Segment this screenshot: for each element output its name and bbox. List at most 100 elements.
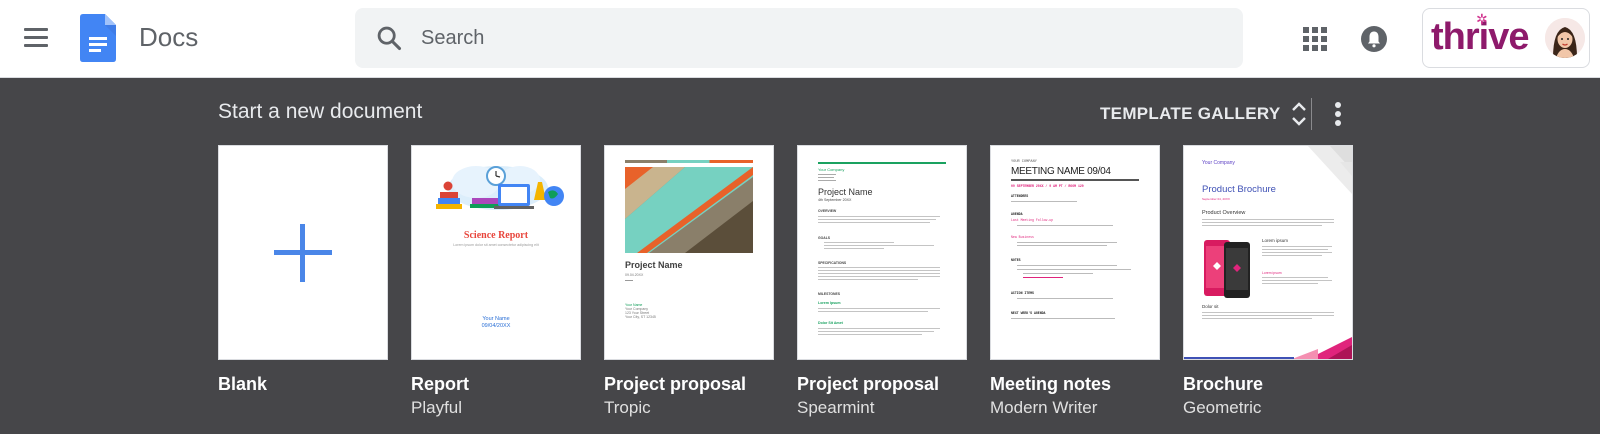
apps-grid-icon[interactable]	[1303, 27, 1327, 51]
address-line	[818, 180, 836, 181]
template-meeting-notes-modern-writer[interactable]: YOUR COMPANY MEETING NAME 09/04 09 SEPTE…	[990, 145, 1160, 417]
section-heading: NEXT WEEK'S AGENDA	[1011, 311, 1046, 315]
text-line	[1262, 283, 1318, 284]
section-heading: MILESTONES	[818, 292, 840, 296]
report-title: Science Report	[463, 230, 529, 241]
template-name: Brochure	[1183, 374, 1264, 394]
template-thumbnail[interactable]: Project Name 09.04.20XX Your Name Your C…	[604, 145, 774, 360]
section-heading: SPECIFICATIONS	[818, 261, 847, 265]
template-blank[interactable]: Blank	[218, 145, 388, 394]
text-line	[818, 331, 934, 332]
text-line	[818, 270, 940, 271]
tropic-illustration	[625, 167, 753, 253]
text-line	[1017, 298, 1113, 299]
science-illustration	[436, 166, 564, 210]
brand-star-icon: ✲	[1476, 11, 1488, 27]
text-line	[818, 279, 918, 280]
template-name: Meeting notes	[990, 374, 1112, 394]
template-gallery-button[interactable]: TEMPLATE GALLERY	[1100, 98, 1308, 130]
more-options-icon[interactable]	[1332, 100, 1344, 128]
template-project-proposal-spearmint[interactable]: Your Company Project Name 4th September …	[797, 145, 967, 417]
text-line	[818, 219, 936, 220]
text-line	[1262, 246, 1332, 247]
company-block: Your Name Your Company 123 Your Street Y…	[625, 303, 656, 319]
text-line	[818, 273, 940, 274]
template-subtitle: Spearmint	[797, 398, 875, 417]
milestone-label: Lorem Ipsum	[818, 301, 841, 305]
section-heading: AGENDA	[1011, 212, 1023, 216]
template-name: Project proposal	[797, 374, 940, 394]
template-name: Project proposal	[604, 374, 747, 394]
menu-icon[interactable]	[24, 28, 48, 48]
section-heading: ATTENDEES	[1011, 194, 1029, 198]
section-heading: NOTES	[1011, 258, 1021, 262]
text-line	[1023, 273, 1093, 274]
template-subtitle: Playful	[411, 398, 463, 417]
text-line	[818, 276, 940, 277]
subheading: Lorem ipsum	[1262, 271, 1282, 275]
text-line	[818, 311, 928, 312]
subheading: Dolor sit	[1202, 304, 1219, 309]
template-thumbnail[interactable]: Your Company Project Name 4th September …	[797, 145, 967, 360]
text-line	[818, 308, 940, 309]
report-subtitle: Lorem ipsum dolor sit amet consectetur a…	[453, 243, 539, 247]
text-line	[1262, 280, 1332, 281]
template-thumbnail[interactable]: Your Company Product Brochure September …	[1183, 145, 1353, 360]
template-name: Blank	[218, 374, 268, 394]
project-date: 4th September 20XX	[818, 198, 852, 202]
text-line	[818, 267, 940, 268]
section-heading: ACTION ITEMS	[1011, 291, 1034, 295]
template-thumbnail[interactable]: Science Report Lorem ipsum dolor sit ame…	[411, 145, 581, 360]
app-title: Docs	[139, 22, 199, 52]
avatar[interactable]	[1545, 18, 1585, 58]
template-subtitle: Geometric	[1183, 398, 1262, 417]
text-line	[1017, 269, 1131, 270]
text-line	[1262, 277, 1328, 278]
search-bar[interactable]	[355, 8, 1243, 68]
text-line	[818, 334, 922, 335]
text-line	[818, 328, 940, 329]
company-name: Your Company	[1202, 160, 1235, 166]
company-name: Your Company	[818, 167, 845, 172]
template-name: Report	[411, 374, 469, 394]
report-date: 09/04/20XX	[481, 323, 511, 329]
template-thumbnail[interactable]	[218, 145, 388, 360]
company-line: Your City, ST 12345	[625, 315, 656, 319]
template-project-proposal-tropic[interactable]: Project Name 09.04.20XX Your Name Your C…	[604, 145, 774, 417]
template-subtitle: Tropic	[604, 398, 651, 417]
text-line	[1017, 225, 1113, 226]
section-heading: GOALS	[818, 236, 831, 240]
text-line	[1262, 249, 1328, 250]
text-line	[818, 216, 940, 217]
report-author: Your Name	[482, 316, 510, 322]
overview-heading: Product Overview	[1202, 210, 1246, 216]
agenda-item: Last Meeting Follow-up	[1011, 218, 1054, 222]
company-name: YOUR COMPANY	[1011, 160, 1037, 164]
phone-illustration	[1204, 240, 1250, 298]
template-brochure-geometric[interactable]: Your Company Product Brochure September …	[1183, 145, 1353, 417]
account-switcher[interactable]: thrive ✲	[1422, 8, 1590, 68]
text-line	[818, 222, 930, 223]
address-line	[818, 174, 836, 175]
top-bar: Docs thrive ✲	[0, 0, 1600, 78]
text-line	[1011, 201, 1077, 202]
template-thumbnail[interactable]: YOUR COMPANY MEETING NAME 09/04 09 SEPTE…	[990, 145, 1160, 360]
template-report-playful[interactable]: Science Report Lorem ipsum dolor sit ame…	[411, 145, 581, 417]
text-line	[1262, 255, 1322, 256]
top-color-bar	[625, 160, 753, 163]
section-title: Start a new document	[218, 100, 423, 123]
meeting-title: MEETING NAME 09/04	[1011, 166, 1111, 177]
bottom-accent-line	[1184, 357, 1294, 359]
text-line	[824, 242, 894, 243]
brochure-date: September 04, 20XX	[1202, 197, 1230, 201]
text-line	[1202, 312, 1334, 313]
docs-logo-icon[interactable]	[80, 14, 116, 62]
search-input[interactable]	[421, 8, 1201, 68]
text-line	[1017, 242, 1117, 243]
notifications-icon[interactable]	[1360, 25, 1388, 53]
template-gallery-label: TEMPLATE GALLERY	[1100, 104, 1281, 123]
milestone-label: Dolor Sit Amet	[818, 321, 843, 325]
divider	[625, 280, 633, 281]
text-line	[1202, 318, 1312, 319]
search-icon[interactable]	[375, 24, 403, 52]
